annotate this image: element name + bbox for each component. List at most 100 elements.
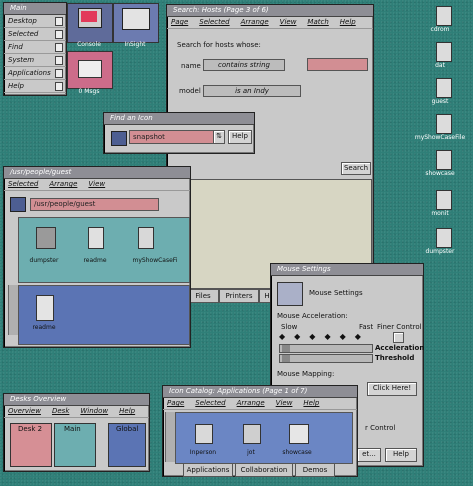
- showcase-file-icon[interactable]: [138, 227, 154, 249]
- main-desk-label: Main: [64, 425, 81, 433]
- tab-demos[interactable]: Demos: [295, 463, 335, 477]
- fast-label: Fast: [359, 323, 374, 331]
- folder-icon[interactable]: [10, 197, 26, 212]
- desktop-icon-label: showcase: [425, 170, 455, 177]
- toolchest-item-icon: [55, 17, 63, 26]
- menu-item[interactable]: Overview: [8, 407, 41, 415]
- tab-printers[interactable]: Printers: [219, 289, 259, 303]
- toolchest-item-label: System: [8, 56, 35, 64]
- inperson-icon[interactable]: [195, 424, 213, 444]
- menu-item[interactable]: View: [88, 180, 105, 188]
- toolchest-item-label: Desktop: [8, 17, 37, 25]
- desks-menubar: Overview Desk Window Help: [4, 406, 149, 418]
- guest-title: /usr/people/guest: [4, 167, 190, 179]
- menu-item[interactable]: Desk: [52, 407, 69, 415]
- mouse-help-button[interactable]: Help: [385, 448, 417, 462]
- menu-item[interactable]: Selected: [195, 399, 225, 407]
- desktop-icon-label: guest: [431, 98, 449, 105]
- toolchest-item[interactable]: Help: [4, 80, 66, 93]
- desktop-icon-dumpster[interactable]: [436, 228, 452, 248]
- readme-lower-label: readme: [32, 324, 56, 331]
- showcase-file-label: myShowCaseFi: [132, 257, 178, 264]
- menu-item[interactable]: View: [276, 399, 293, 407]
- toolchest-item-icon: [55, 82, 63, 91]
- desktop-icon-myshowcasefile[interactable]: [436, 114, 452, 134]
- name-condition-select[interactable]: contains string: [203, 59, 285, 71]
- tab-files[interactable]: Files: [187, 289, 219, 303]
- showcase-icon[interactable]: [289, 424, 309, 444]
- find-icon-help-button[interactable]: Help: [228, 130, 252, 144]
- desktop-icon-dat[interactable]: [436, 42, 452, 62]
- readme-lower-icon[interactable]: [36, 295, 54, 321]
- mouse-set-button[interactable]: et...: [357, 448, 381, 462]
- desks-overview-window: Desks Overview Overview Desk Window Help De…: [3, 393, 150, 472]
- search-heading: Search for hosts whose:: [177, 41, 261, 49]
- desktop-icon-label: dat: [435, 62, 445, 69]
- threshold-slider[interactable]: [279, 354, 373, 363]
- mail-label: 0 Msgs: [78, 88, 100, 95]
- console-label: Console: [77, 41, 101, 48]
- desktop-icon-cdrom[interactable]: [436, 6, 452, 26]
- model-condition-select[interactable]: is an Indy: [203, 85, 301, 97]
- guest-scrollbar[interactable]: [8, 285, 18, 335]
- desktop-icon-guest[interactable]: [436, 78, 452, 98]
- console-icon[interactable]: [67, 3, 113, 43]
- menu-item[interactable]: Help: [119, 407, 135, 415]
- acceleration-slider[interactable]: [279, 344, 373, 353]
- toolchest-item[interactable]: Applications: [4, 67, 66, 80]
- menu-item[interactable]: View: [280, 18, 297, 26]
- toolchest-item[interactable]: System: [4, 54, 66, 67]
- readme-label: readme: [83, 257, 107, 264]
- tab-applications[interactable]: Applications: [183, 463, 233, 477]
- mouse-icon: [277, 282, 303, 306]
- finer-control-toggle[interactable]: [393, 332, 404, 343]
- acceleration-thumb[interactable]: [282, 345, 290, 352]
- guest-path-field[interactable]: /usr/people/guest: [30, 198, 159, 211]
- menu-item[interactable]: Match: [307, 18, 328, 26]
- toolchest-item-icon: [55, 56, 63, 65]
- jot-icon[interactable]: [243, 424, 261, 444]
- menu-item[interactable]: Page: [167, 399, 184, 407]
- insight-icon[interactable]: [113, 3, 159, 43]
- toolchest-item-label: Help: [8, 82, 24, 90]
- menu-item[interactable]: Arrange: [241, 18, 269, 26]
- menu-item[interactable]: Arrange: [49, 180, 77, 188]
- toolchest-item-icon: [55, 30, 63, 39]
- toolchest-item[interactable]: Selected: [4, 28, 66, 41]
- threshold-thumb[interactable]: [282, 355, 290, 362]
- menu-item[interactable]: Window: [80, 407, 108, 415]
- click-here-button[interactable]: Click Here!: [367, 382, 417, 396]
- guest-menubar: Selected Arrange View: [4, 179, 190, 191]
- menu-item[interactable]: Page: [171, 18, 188, 26]
- guest-window: /usr/people/guest Selected Arrange View /u…: [3, 166, 191, 348]
- dumpster-icon[interactable]: [36, 227, 56, 249]
- acceleration-label: Acceleration: [375, 344, 425, 352]
- inperson-label: Inperson: [189, 449, 217, 456]
- menu-item[interactable]: Help: [340, 18, 356, 26]
- catalog-title: Icon Catalog: Applications (Page 1 of 7): [163, 386, 357, 398]
- toolchest-item[interactable]: Desktop: [4, 15, 66, 28]
- slow-label: Slow: [281, 323, 298, 331]
- find-icon-cycle-button[interactable]: ⇅: [213, 130, 225, 144]
- desk2-label: Desk 2: [18, 425, 43, 433]
- catalog-scrollbar[interactable]: [165, 412, 175, 462]
- global-desk-label: Global: [116, 425, 139, 433]
- find-icon-field[interactable]: snapshot: [129, 130, 214, 144]
- menu-item[interactable]: Arrange: [237, 399, 265, 407]
- toolchest-item[interactable]: Find: [4, 41, 66, 54]
- menu-item[interactable]: Selected: [199, 18, 229, 26]
- toolchest-title: Main: [4, 3, 66, 15]
- mail-icon[interactable]: [67, 51, 113, 89]
- desktop-icon-showcase[interactable]: [436, 150, 452, 170]
- icon-catalog-window: Icon Catalog: Applications (Page 1 of 7)…: [162, 385, 358, 477]
- accel-ticks: ◆◆◆◆◆◆: [279, 332, 370, 341]
- name-value-field[interactable]: [307, 58, 368, 71]
- menu-item[interactable]: Help: [303, 399, 319, 407]
- find-icon-title: Find an Icon: [104, 113, 254, 125]
- tab-collaboration[interactable]: Collaboration: [235, 463, 293, 477]
- desktop-icon-monit[interactable]: [436, 190, 452, 210]
- search-button[interactable]: Search: [341, 162, 371, 175]
- readme-icon[interactable]: [88, 227, 104, 249]
- menu-item[interactable]: Selected: [8, 180, 38, 188]
- desktop-icon-label: cdrom: [430, 26, 450, 33]
